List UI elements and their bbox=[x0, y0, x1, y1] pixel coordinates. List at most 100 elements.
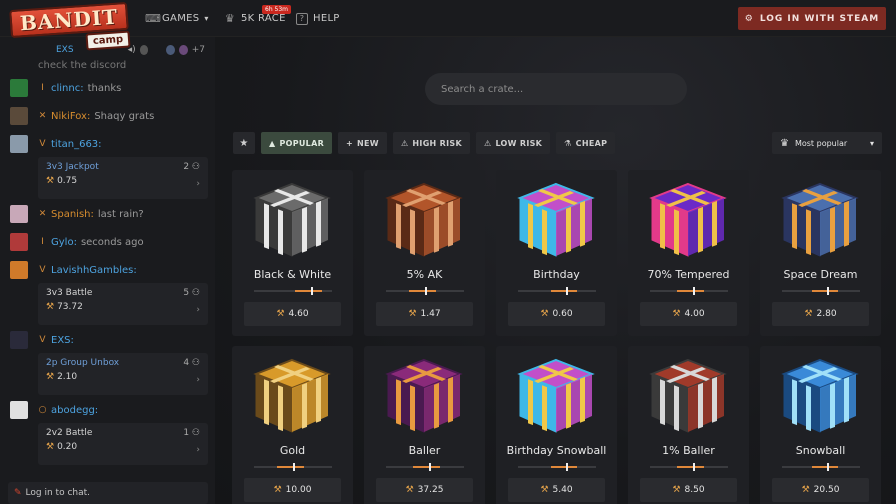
crate-card[interactable]: 5% AK ⚒ 1.47 bbox=[364, 170, 485, 336]
avatar[interactable] bbox=[10, 79, 28, 97]
avatar[interactable] bbox=[10, 401, 28, 419]
risk-meter bbox=[782, 463, 860, 471]
crate-card[interactable]: Space Dream ⚒ 2.80 bbox=[760, 170, 881, 336]
nav-games[interactable]: ⌨ GAMES ▾ bbox=[145, 0, 209, 37]
crate-name: 5% AK bbox=[406, 268, 443, 281]
rank-icon: I bbox=[41, 237, 44, 247]
sort-dropdown[interactable]: ♛ Most popular ▾ bbox=[772, 132, 882, 154]
search-input[interactable]: Search a crate... bbox=[425, 73, 687, 105]
filter-label: HIGH RISK bbox=[412, 138, 462, 148]
avatar bbox=[166, 45, 176, 55]
risk-meter-fill bbox=[677, 466, 704, 468]
avatar[interactable] bbox=[10, 261, 28, 279]
crate-price: ⚒ 1.47 bbox=[376, 302, 473, 326]
coin-icon: ⚒ bbox=[540, 485, 549, 495]
crate-card[interactable]: Black & White ⚒ 4.60 bbox=[232, 170, 353, 336]
filter-high-risk-button[interactable]: ⚠ HIGH RISK bbox=[392, 132, 470, 154]
crate-price-value: 1.47 bbox=[420, 309, 441, 319]
avatar[interactable] bbox=[10, 331, 28, 349]
chat-game-card[interactable]: 3v3 Jackpot 2 ⚇ ⚒ 0.75 › bbox=[38, 157, 208, 199]
chevron-right-icon: › bbox=[196, 179, 200, 189]
coin-icon: ⚒ bbox=[672, 309, 681, 319]
star-icon: ★ bbox=[239, 137, 249, 149]
chat-username[interactable]: LavishhGambles: bbox=[51, 265, 137, 276]
filter-label: CHEAP bbox=[575, 138, 608, 148]
chat-message-header: ○ abodegg: bbox=[10, 401, 208, 419]
crate-card[interactable]: Birthday Snowball ⚒ 5.40 bbox=[496, 346, 617, 504]
logo[interactable]: BANDIT camp bbox=[9, 1, 131, 54]
risk-meter-fill bbox=[811, 466, 839, 468]
filter-label: POPULAR bbox=[279, 138, 325, 148]
chat-username[interactable]: Gylo: bbox=[51, 237, 77, 248]
rank-icon: V bbox=[39, 335, 46, 345]
risk-meter-fill bbox=[413, 466, 440, 468]
crate-name: Birthday bbox=[533, 268, 580, 281]
avatar[interactable] bbox=[10, 135, 28, 153]
crate-card[interactable]: 1% Baller ⚒ 8.50 bbox=[628, 346, 749, 504]
filter-buttons: ▲ POPULAR + NEW ⚠ HIGH RISK ⚠ LOW RISK ⚗ CHEAP bbox=[261, 132, 616, 154]
filter-low-risk-button[interactable]: ⚠ LOW RISK bbox=[475, 132, 551, 154]
crate-card[interactable]: 70% Tempered ⚒ 4.00 bbox=[628, 170, 749, 336]
crate-price-value: 4.00 bbox=[684, 309, 705, 319]
chat-game-card[interactable]: 2p Group Unbox 4 ⚇ ⚒ 2.10 › bbox=[38, 353, 208, 395]
risk-meter-fill bbox=[550, 290, 578, 292]
crate-price: ⚒ 37.25 bbox=[376, 478, 473, 502]
game-player-count: 2 ⚇ bbox=[183, 162, 200, 172]
risk-meter bbox=[254, 287, 332, 295]
chat-message: V EXS: 2p Group Unbox 4 ⚇ ⚒ 2.10 › bbox=[10, 331, 208, 395]
logo-sub: camp bbox=[85, 30, 131, 51]
game-name: 2v2 Battle bbox=[46, 428, 93, 438]
risk-meter-fill bbox=[677, 290, 704, 292]
game-value-text: 73.72 bbox=[57, 302, 83, 312]
rank-icon: V bbox=[39, 265, 46, 275]
chat-username[interactable]: NikiFox: bbox=[51, 111, 90, 122]
chat-username[interactable]: EXS: bbox=[51, 335, 74, 346]
crate-grid: Black & White ⚒ 4.60 5% AK ⚒ 1.47 Birthday ⚒ 0.6… bbox=[232, 170, 881, 504]
crate-name: Space Dream bbox=[783, 268, 858, 281]
chat-top-extra: +7 bbox=[191, 45, 205, 55]
rank-icon: V bbox=[39, 139, 46, 149]
chat-username[interactable]: abodegg: bbox=[51, 405, 98, 416]
coin-icon: ⚒ bbox=[276, 309, 285, 319]
crate-price-value: 8.50 bbox=[684, 485, 705, 495]
avatar[interactable] bbox=[10, 205, 28, 223]
avatar[interactable] bbox=[10, 233, 28, 251]
chat-game-card[interactable]: 2v2 Battle 1 ⚇ ⚒ 0.20 › bbox=[38, 423, 208, 465]
risk-meter-marker bbox=[566, 463, 569, 471]
avatar[interactable] bbox=[10, 107, 28, 125]
chat-message-text: thanks bbox=[87, 82, 122, 94]
crate-card[interactable]: Gold ⚒ 10.00 bbox=[232, 346, 353, 504]
filter-popular-button[interactable]: ▲ POPULAR bbox=[261, 132, 333, 154]
rank-icon: ✕ bbox=[38, 111, 47, 121]
crate-price: ⚒ 4.00 bbox=[640, 302, 737, 326]
nav-help[interactable]: ? HELP bbox=[296, 0, 340, 37]
chat-username[interactable]: Spanish: bbox=[51, 209, 94, 220]
risk-meter-marker bbox=[692, 463, 695, 471]
avatar bbox=[179, 45, 188, 55]
chevron-right-icon: › bbox=[196, 305, 200, 315]
crate-price: ⚒ 10.00 bbox=[244, 478, 341, 502]
risk-meter bbox=[254, 463, 332, 471]
chat-input-label: Log in to chat. bbox=[25, 488, 91, 498]
crate-card[interactable]: Baller ⚒ 37.25 bbox=[364, 346, 485, 504]
coin-icon: ⚒ bbox=[540, 309, 549, 319]
crate-name: Black & White bbox=[253, 268, 332, 281]
coin-icon: ⚒ bbox=[46, 442, 55, 452]
login-steam-button[interactable]: ⚙ LOG IN WITH STEAM bbox=[738, 7, 886, 30]
chat-login-prompt[interactable]: ✎ Log in to chat. bbox=[8, 482, 208, 504]
chat-game-card[interactable]: 3v3 Battle 5 ⚇ ⚒ 73.72 › bbox=[38, 283, 208, 325]
coin-icon: ⚒ bbox=[804, 309, 813, 319]
chat-username[interactable]: clinnc: bbox=[51, 83, 84, 94]
coin-icon: ⚒ bbox=[405, 485, 414, 495]
crate-card[interactable]: Snowball ⚒ 20.50 bbox=[760, 346, 881, 504]
risk-meter bbox=[386, 287, 464, 295]
crate-card[interactable]: Birthday ⚒ 0.60 bbox=[496, 170, 617, 336]
login-label: LOG IN WITH STEAM bbox=[759, 13, 880, 24]
chat-username[interactable]: titan_663: bbox=[51, 139, 102, 150]
filter-cheap-button[interactable]: ⚗ CHEAP bbox=[556, 132, 616, 154]
crate-price-value: 0.60 bbox=[552, 309, 573, 319]
filter-new-button[interactable]: + NEW bbox=[338, 132, 387, 154]
chevron-down-icon: ▾ bbox=[869, 138, 874, 148]
favorites-filter-button[interactable]: ★ bbox=[233, 132, 255, 154]
risk-meter bbox=[650, 287, 728, 295]
